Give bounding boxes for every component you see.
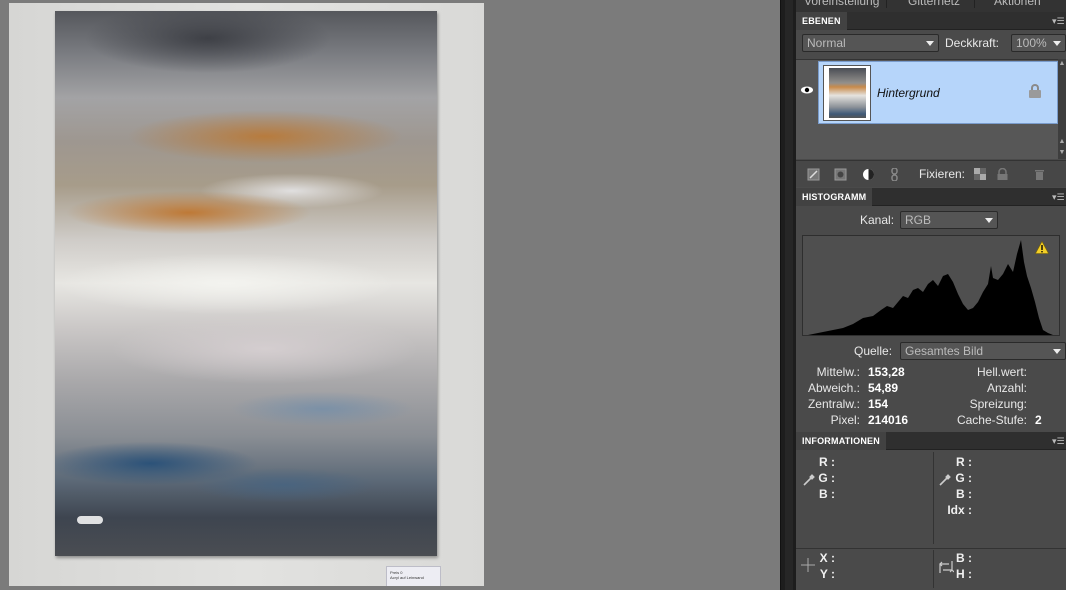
ebenen-tabbar: EBENEN ▾☰: [796, 12, 1066, 30]
stat-percentile-label: Spreizung:: [969, 397, 1027, 411]
info-x-label: X :: [819, 551, 835, 565]
source-select[interactable]: Gesamtes Bild: [900, 342, 1066, 360]
panel-splitter[interactable]: [780, 0, 796, 590]
info-panel-tab[interactable]: INFORMATIONEN: [796, 432, 886, 450]
new-layer-icon[interactable]: [807, 168, 820, 181]
photo-image: Preis 0 Acryl auf Leinwand: [9, 3, 484, 586]
stat-mean-label: Mittelw.:: [816, 365, 860, 379]
tab-voreinstellung[interactable]: Voreinstellung: [804, 0, 879, 8]
layers-scrollbar[interactable]: ▲ ▲ ▼: [1058, 59, 1066, 159]
opacity-value: 100%: [1016, 36, 1047, 50]
stat-median-label: Zentralw.:: [807, 397, 860, 411]
channel-select[interactable]: RGB: [900, 211, 998, 229]
opacity-field[interactable]: 100%: [1011, 34, 1066, 52]
layer-row[interactable]: Hintergrund: [818, 61, 1058, 124]
stat-level-label: Hell.wert:: [976, 365, 1027, 379]
stat-cache-value: 2: [1035, 413, 1042, 427]
histogram-tabbar: HISTOGRAMM ▾☰: [796, 188, 1066, 206]
panel-menu-icon[interactable]: ▾☰: [1052, 15, 1065, 27]
panel-bin: Voreinstellung Gitternetz Aktionen EBENE…: [796, 0, 1066, 590]
chevron-down-icon: [1053, 41, 1061, 46]
mask-icon[interactable]: [834, 168, 847, 181]
chevron-down-icon: [1053, 349, 1061, 354]
lock-icon[interactable]: [996, 167, 1009, 181]
lock-transparency-icon[interactable]: [974, 168, 987, 181]
layer-name: Hintergrund: [877, 86, 940, 100]
photo-caption-label: Preis 0 Acryl auf Leinwand: [386, 566, 441, 586]
channel-value: RGB: [905, 213, 932, 227]
panel-menu-icon[interactable]: ▾☰: [1052, 191, 1065, 203]
source-value: Gesamtes Bild: [905, 344, 984, 358]
info-b-label: B :: [819, 487, 835, 501]
stat-median-value: 154: [868, 397, 889, 411]
link-icon[interactable]: [888, 167, 901, 182]
tab-aktionen[interactable]: Aktionen: [994, 0, 1041, 8]
eye-icon[interactable]: [800, 83, 814, 97]
stat-mean-value: 153,28: [868, 365, 905, 379]
histogram-graph: [802, 235, 1060, 336]
top-tabbar: Voreinstellung Gitternetz Aktionen: [796, 0, 1066, 12]
document-canvas[interactable]: Preis 0 Acryl auf Leinwand: [0, 0, 780, 590]
stat-pixel-value: 214016: [868, 413, 909, 427]
chevron-down-icon: [926, 41, 934, 46]
trash-icon[interactable]: [1033, 168, 1046, 181]
info-y-label: Y :: [819, 567, 835, 581]
adjustment-layer-icon[interactable]: [862, 168, 875, 181]
photoshop-elements-window: Preis 0 Acryl auf Leinwand Voreinstellun…: [0, 0, 1066, 590]
info-idx-label: Idx :: [947, 503, 972, 517]
lock-icon: [1029, 84, 1041, 98]
panel-menu-icon[interactable]: ▾☰: [1052, 435, 1065, 447]
info-r2-label: R :: [956, 455, 972, 469]
caption-line: Acryl auf Leinwand: [390, 575, 424, 580]
blend-mode-select[interactable]: Normal: [802, 34, 939, 52]
chevron-down-icon: [985, 218, 993, 223]
layer-thumbnail: [823, 65, 871, 121]
info-height-label: H :: [956, 567, 972, 581]
stat-count-label: Anzahl:: [986, 381, 1027, 395]
stat-pixel-label: Pixel:: [830, 413, 860, 427]
blend-mode-value: Normal: [807, 36, 846, 50]
stat-cache-label: Cache-Stufe:: [956, 413, 1027, 427]
layers-list: Hintergrund: [796, 59, 1058, 159]
source-label: Quelle:: [854, 344, 893, 358]
fix-label: Fixieren:: [919, 167, 966, 181]
eyedropper-icon: [938, 473, 952, 487]
tab-gitternetz[interactable]: Gitternetz: [908, 0, 960, 8]
crosshair-icon: [800, 557, 816, 573]
opacity-label: Deckkraft:: [945, 36, 1000, 50]
eyedropper-icon: [802, 473, 816, 487]
info-r-label: R :: [819, 455, 835, 469]
histogram-panel-tab[interactable]: HISTOGRAMM: [796, 188, 873, 206]
layer-toolbar: Fixieren:: [796, 160, 1066, 187]
painting: [55, 11, 437, 556]
stat-deviation-label: Abweich.:: [807, 381, 860, 395]
info-g-label: G :: [818, 471, 835, 485]
stat-deviation-value: 54,89: [868, 381, 899, 395]
info-width-label: B :: [956, 551, 972, 565]
selection-size-icon: [938, 559, 955, 575]
histogram-curve: [808, 240, 1053, 335]
info-tabbar: INFORMATIONEN ▾☰: [796, 432, 1066, 450]
info-b2-label: B :: [956, 487, 972, 501]
ebenen-panel-tab[interactable]: EBENEN: [796, 12, 847, 30]
channel-label: Kanal:: [860, 213, 895, 227]
warning-icon[interactable]: [1034, 240, 1050, 254]
info-g2-label: G :: [955, 471, 972, 485]
